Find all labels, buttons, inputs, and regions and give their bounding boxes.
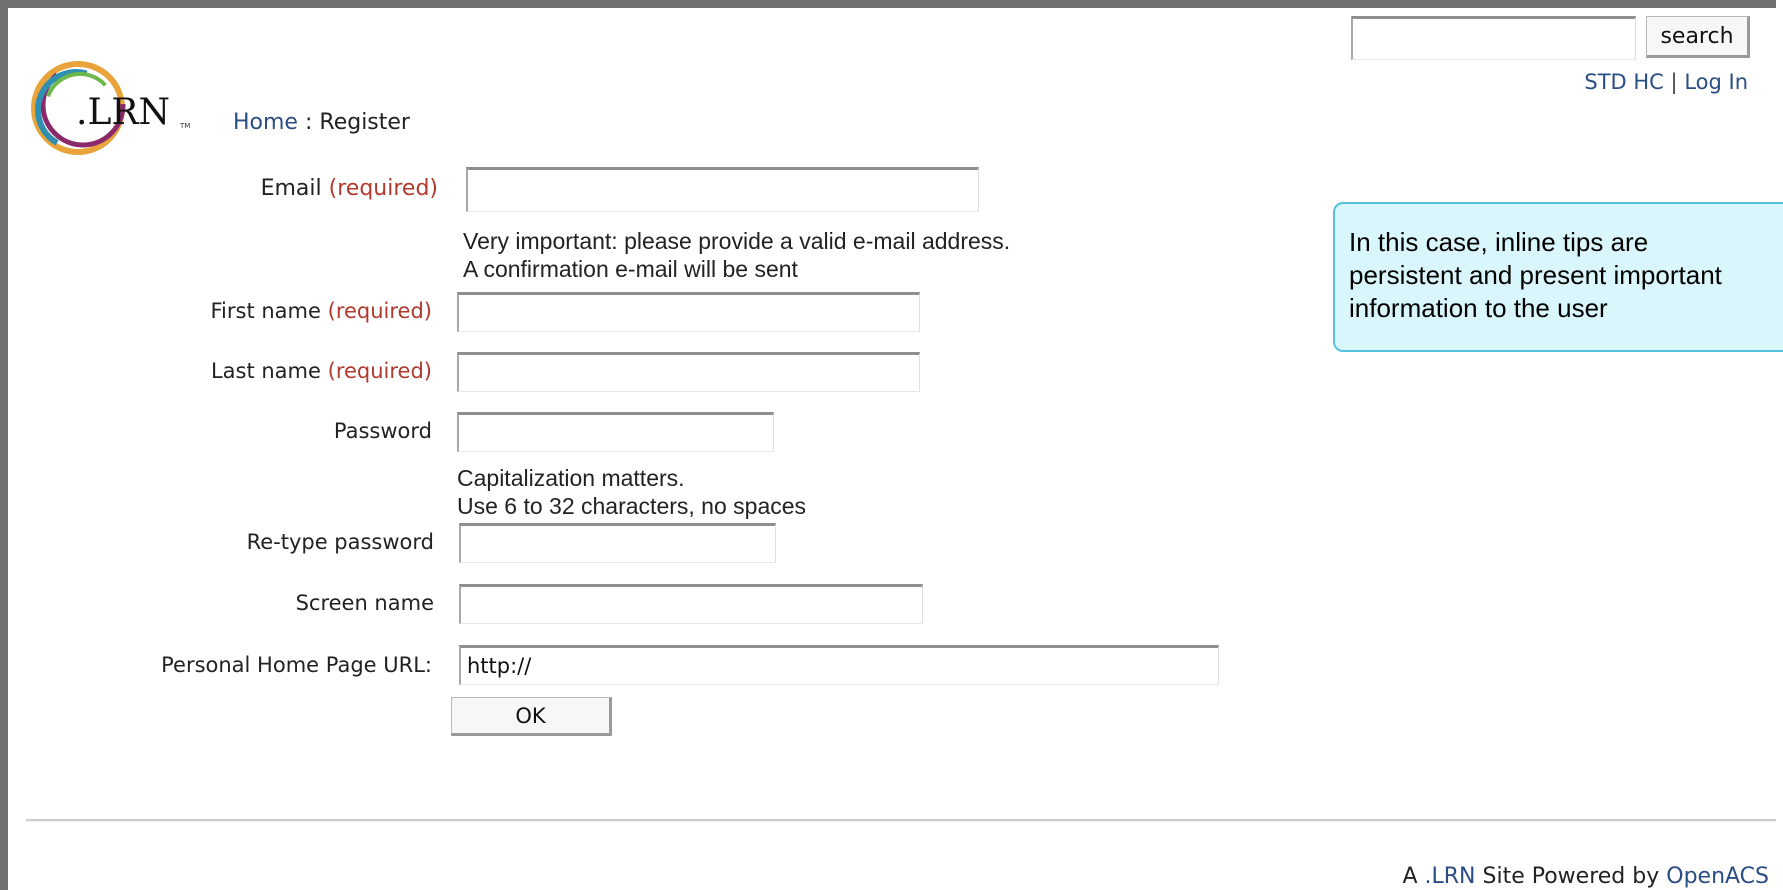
last-name-label-text: Last name	[210, 359, 321, 383]
email-tip-line2: A confirmation e-mail will be sent	[463, 256, 798, 282]
search-input[interactable]	[1351, 16, 1636, 60]
logo-trademark: TM	[180, 122, 191, 130]
last-name-field[interactable]	[457, 352, 920, 392]
callout-line1: In this case, inline tips are	[1349, 227, 1649, 257]
password-tip-line2: Use 6 to 32 characters, no spaces	[457, 493, 807, 519]
email-tip-line1: Very important: please provide a valid e…	[463, 228, 1011, 254]
footer-openacs-link[interactable]: OpenACS	[1666, 864, 1769, 889]
breadcrumb-home-link[interactable]: Home	[233, 110, 298, 135]
password-tip-line1: Capitalization matters.	[457, 465, 685, 491]
first-name-required-marker: (required)	[327, 299, 432, 323]
footer-middle: Site Powered by	[1482, 864, 1660, 889]
ok-button[interactable]: OK	[451, 697, 612, 736]
first-name-label-text: First name	[210, 299, 321, 323]
last-name-required-marker: (required)	[327, 359, 432, 383]
lrn-logo[interactable]: .LRN TM	[28, 58, 203, 158]
last-name-label: Last name (required)	[211, 359, 432, 383]
email-required-marker: (required)	[328, 176, 438, 201]
annotation-callout: In this case, inline tips are persistent…	[1333, 202, 1783, 352]
footer-prefix: A	[1402, 864, 1418, 889]
screen-name-label: Screen name	[296, 591, 434, 615]
footer: A .LRN Site Powered by OpenACS	[1402, 864, 1769, 889]
first-name-field[interactable]	[457, 292, 920, 332]
breadcrumb: Home : Register	[233, 110, 410, 135]
log-in-link[interactable]: Log In	[1684, 70, 1748, 94]
password-tip: Capitalization matters. Use 6 to 32 char…	[457, 464, 806, 520]
email-tip: Very important: please provide a valid e…	[463, 227, 1010, 283]
password-label: Password	[334, 419, 432, 443]
retype-password-field[interactable]	[459, 523, 776, 563]
footer-lrn-link[interactable]: .LRN	[1425, 864, 1476, 889]
callout-line3: information to the user	[1349, 293, 1608, 323]
user-links: STD HC | Log In	[1584, 70, 1748, 94]
screen-name-label-text: Screen name	[295, 591, 434, 615]
screen-name-field[interactable]	[459, 584, 923, 624]
search-button[interactable]: search	[1646, 16, 1750, 58]
retype-password-label: Re-type password	[247, 530, 434, 554]
email-label-text: Email	[260, 176, 322, 201]
logo-text: .LRN	[76, 92, 170, 133]
password-label-text: Password	[333, 419, 432, 443]
retype-password-label-text: Re-type password	[246, 530, 434, 554]
footer-divider	[26, 819, 1776, 822]
password-field[interactable]	[457, 412, 774, 452]
breadcrumb-separator: :	[304, 110, 313, 135]
url-label: Personal Home Page URL:	[161, 653, 432, 677]
breadcrumb-current: Register	[319, 110, 410, 135]
user-links-separator: |	[1670, 70, 1678, 94]
callout-line2: persistent and present important	[1349, 260, 1722, 290]
first-name-label: First name (required)	[211, 299, 433, 323]
email-label: Email (required)	[261, 176, 438, 201]
user-name-link[interactable]: STD HC	[1584, 70, 1663, 94]
url-label-text: Personal Home Page URL:	[161, 653, 432, 677]
email-field[interactable]	[466, 167, 979, 212]
url-field[interactable]	[459, 645, 1219, 685]
